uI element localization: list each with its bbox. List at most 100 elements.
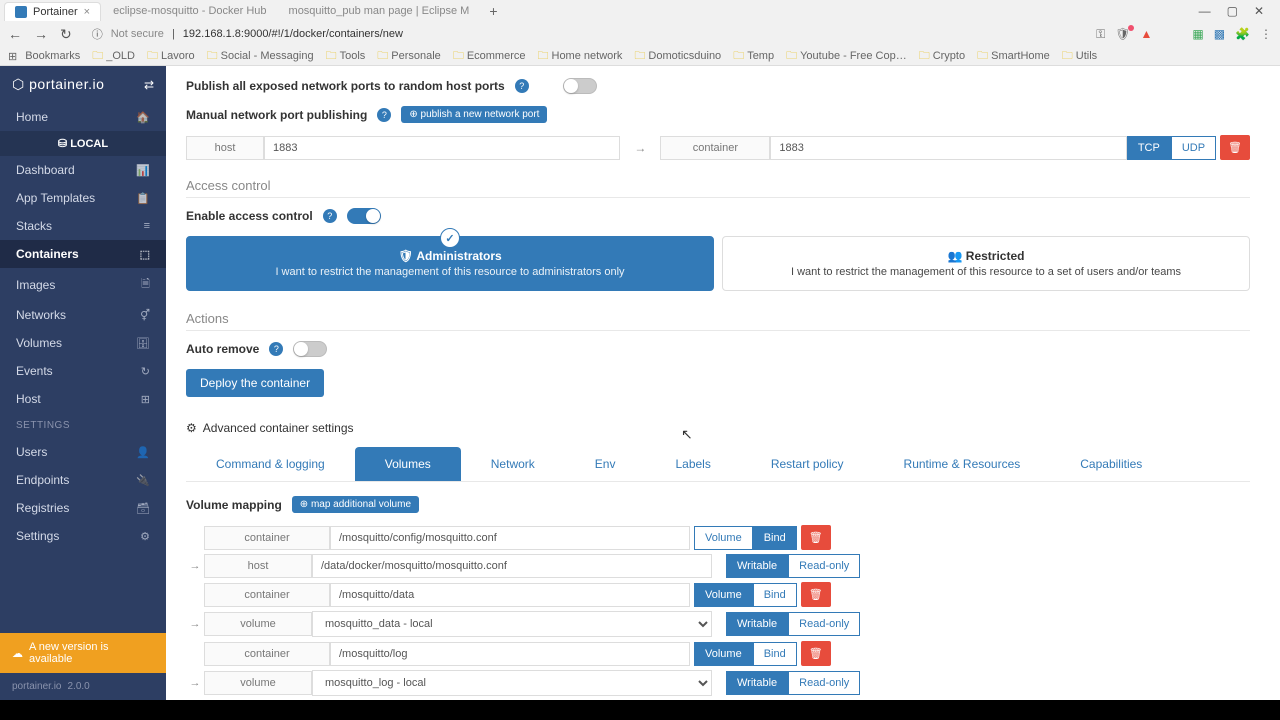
writable-button[interactable]: Writable: [726, 612, 788, 636]
help-icon[interactable]: ?: [515, 79, 529, 93]
brand-logo[interactable]: portainer.io: [12, 76, 104, 93]
bind-type-button[interactable]: Bind: [753, 526, 797, 550]
volume-select[interactable]: mosquitto_log - local: [312, 670, 712, 696]
sidebar-item-networks[interactable]: Networks⚥: [0, 301, 166, 329]
bookmark-folder[interactable]: 🗀Temp: [729, 47, 778, 66]
extensions-icon[interactable]: 🧩: [1235, 27, 1250, 41]
bind-type-button[interactable]: Bind: [753, 642, 797, 666]
bookmark-folder[interactable]: 🗀Social - Messaging: [203, 47, 318, 66]
nav-reload[interactable]: ↻: [60, 26, 72, 43]
publish-ports-toggle[interactable]: [563, 78, 597, 94]
browser-tab-active[interactable]: Portainer ×: [4, 2, 101, 21]
sidebar-item-host[interactable]: Host⊞: [0, 385, 166, 413]
tab-runtime-resources[interactable]: Runtime & Resources: [874, 447, 1051, 481]
sidebar-item-users[interactable]: Users👤: [0, 438, 166, 466]
extension-icon[interactable]: ▦: [1192, 27, 1203, 41]
sidebar-item-registries[interactable]: Registries🗃: [0, 494, 166, 522]
sidebar-item-app-templates[interactable]: App Templates📋: [0, 184, 166, 212]
volume-type-button[interactable]: Volume: [694, 583, 753, 607]
help-icon[interactable]: ?: [323, 209, 337, 223]
delete-volume-button[interactable]: 🗑: [801, 641, 831, 666]
sidebar-endpoint[interactable]: ⛁ LOCAL: [0, 131, 166, 156]
warning-icon[interactable]: ▲: [1140, 27, 1152, 41]
update-banner[interactable]: ☁ A new version is available: [0, 633, 166, 673]
tcp-button[interactable]: TCP: [1127, 136, 1171, 160]
key-icon[interactable]: ⚿: [1096, 27, 1105, 42]
auto-remove-toggle[interactable]: [293, 341, 327, 357]
window-minimize[interactable]: —: [1199, 4, 1211, 18]
tab-env[interactable]: Env: [565, 447, 646, 481]
container-path-input[interactable]: [330, 583, 690, 607]
access-control-toggle[interactable]: [347, 208, 381, 224]
new-tab-button[interactable]: +: [481, 3, 505, 19]
sidebar-item-events[interactable]: Events↻: [0, 357, 166, 385]
bookmark-folder[interactable]: 🗀Lavoro: [143, 47, 199, 66]
bookmarks-label[interactable]: Bookmarks: [21, 50, 84, 62]
browser-tab[interactable]: mosquitto_pub man page | Eclipse M: [279, 2, 480, 20]
volume-type-button[interactable]: Volume: [694, 526, 753, 550]
volume-type-button[interactable]: Volume: [694, 642, 753, 666]
bind-type-button[interactable]: Bind: [753, 583, 797, 607]
shield-icon[interactable]: 🛡: [1115, 27, 1130, 41]
bookmark-folder[interactable]: 🗀Tools: [322, 47, 370, 66]
help-icon[interactable]: ?: [377, 108, 391, 122]
menu-icon[interactable]: ⋮: [1260, 27, 1272, 41]
tab-capabilities[interactable]: Capabilities: [1050, 447, 1172, 481]
tab-restart-policy[interactable]: Restart policy: [741, 447, 874, 481]
delete-volume-button[interactable]: 🗑: [801, 525, 831, 550]
extension-icon[interactable]: ▩: [1214, 27, 1225, 41]
browser-tab[interactable]: eclipse-mosquitto - Docker Hub: [103, 2, 276, 20]
delete-volume-button[interactable]: 🗑: [801, 582, 831, 607]
writable-button[interactable]: Writable: [726, 554, 788, 578]
address-bar[interactable]: ⓘ Not secure | 192.168.1.8:9000/#!/1/doc…: [84, 26, 1084, 42]
bookmark-folder[interactable]: 🗀Domoticsduino: [630, 47, 725, 66]
sidebar-item-dashboard[interactable]: Dashboard📊: [0, 156, 166, 184]
publish-port-button[interactable]: ⊕ publish a new network port: [401, 106, 547, 123]
readonly-button[interactable]: Read-only: [788, 554, 860, 578]
deploy-container-button[interactable]: Deploy the container: [186, 369, 324, 397]
volume-select[interactable]: mosquitto_data - local: [312, 611, 712, 637]
window-maximize[interactable]: ▢: [1227, 4, 1238, 18]
container-path-input[interactable]: [330, 642, 690, 666]
bookmark-folder[interactable]: 🗀Crypto: [915, 47, 969, 66]
writable-button[interactable]: Writable: [726, 671, 788, 695]
sidebar-item-volumes[interactable]: Volumes🗄: [0, 329, 166, 357]
host-path-input[interactable]: [312, 554, 712, 578]
tab-labels[interactable]: Labels: [645, 447, 740, 481]
bookmark-folder[interactable]: 🗀Youtube - Free Cop…: [782, 47, 911, 66]
sidebar-item-home[interactable]: Home 🏠: [0, 103, 166, 131]
nav-forward[interactable]: →: [34, 26, 48, 42]
tab-volumes[interactable]: Volumes: [355, 447, 461, 481]
tab-command-logging[interactable]: Command & logging: [186, 447, 355, 481]
apps-icon[interactable]: ⊞: [8, 50, 17, 63]
sidebar-item-settings[interactable]: Settings⚙: [0, 522, 166, 550]
sidebar-item-containers[interactable]: Containers⬚: [0, 240, 166, 268]
bookmark-folder[interactable]: 🗀Personale: [373, 47, 445, 66]
close-icon[interactable]: ×: [84, 6, 90, 18]
sidebar-item-stacks[interactable]: Stacks≡: [0, 212, 166, 240]
restricted-card[interactable]: 👥 Restricted I want to restrict the mana…: [722, 236, 1250, 291]
tab-network[interactable]: Network: [461, 447, 565, 481]
sidebar-item-icon: ≡: [144, 220, 150, 232]
page-info-icon[interactable]: ⓘ: [92, 26, 103, 42]
sidebar-item-endpoints[interactable]: Endpoints🔌: [0, 466, 166, 494]
sidebar-item-images[interactable]: Images🗎: [0, 268, 166, 301]
map-volume-button[interactable]: ⊕ map additional volume: [292, 496, 419, 513]
sidebar-toggle-icon[interactable]: ⇄: [144, 78, 154, 92]
bookmark-folder[interactable]: 🗀_OLD: [88, 47, 139, 66]
readonly-button[interactable]: Read-only: [788, 671, 860, 695]
nav-back[interactable]: ←: [8, 26, 22, 42]
bookmark-folder[interactable]: 🗀SmartHome: [973, 47, 1054, 66]
host-port-input[interactable]: [264, 136, 620, 160]
help-icon[interactable]: ?: [269, 342, 283, 356]
bookmark-folder[interactable]: 🗀Ecommerce: [449, 47, 530, 66]
administrators-card[interactable]: 🛡 Administrators I want to restrict the …: [186, 236, 714, 291]
bookmark-folder[interactable]: 🗀Utils: [1058, 47, 1101, 66]
container-path-input[interactable]: [330, 526, 690, 550]
window-close[interactable]: ✕: [1254, 4, 1264, 18]
bookmark-folder[interactable]: 🗀Home network: [534, 47, 627, 66]
delete-port-button[interactable]: 🗑: [1220, 135, 1250, 160]
container-port-input[interactable]: [770, 136, 1126, 160]
udp-button[interactable]: UDP: [1171, 136, 1216, 160]
readonly-button[interactable]: Read-only: [788, 612, 860, 636]
